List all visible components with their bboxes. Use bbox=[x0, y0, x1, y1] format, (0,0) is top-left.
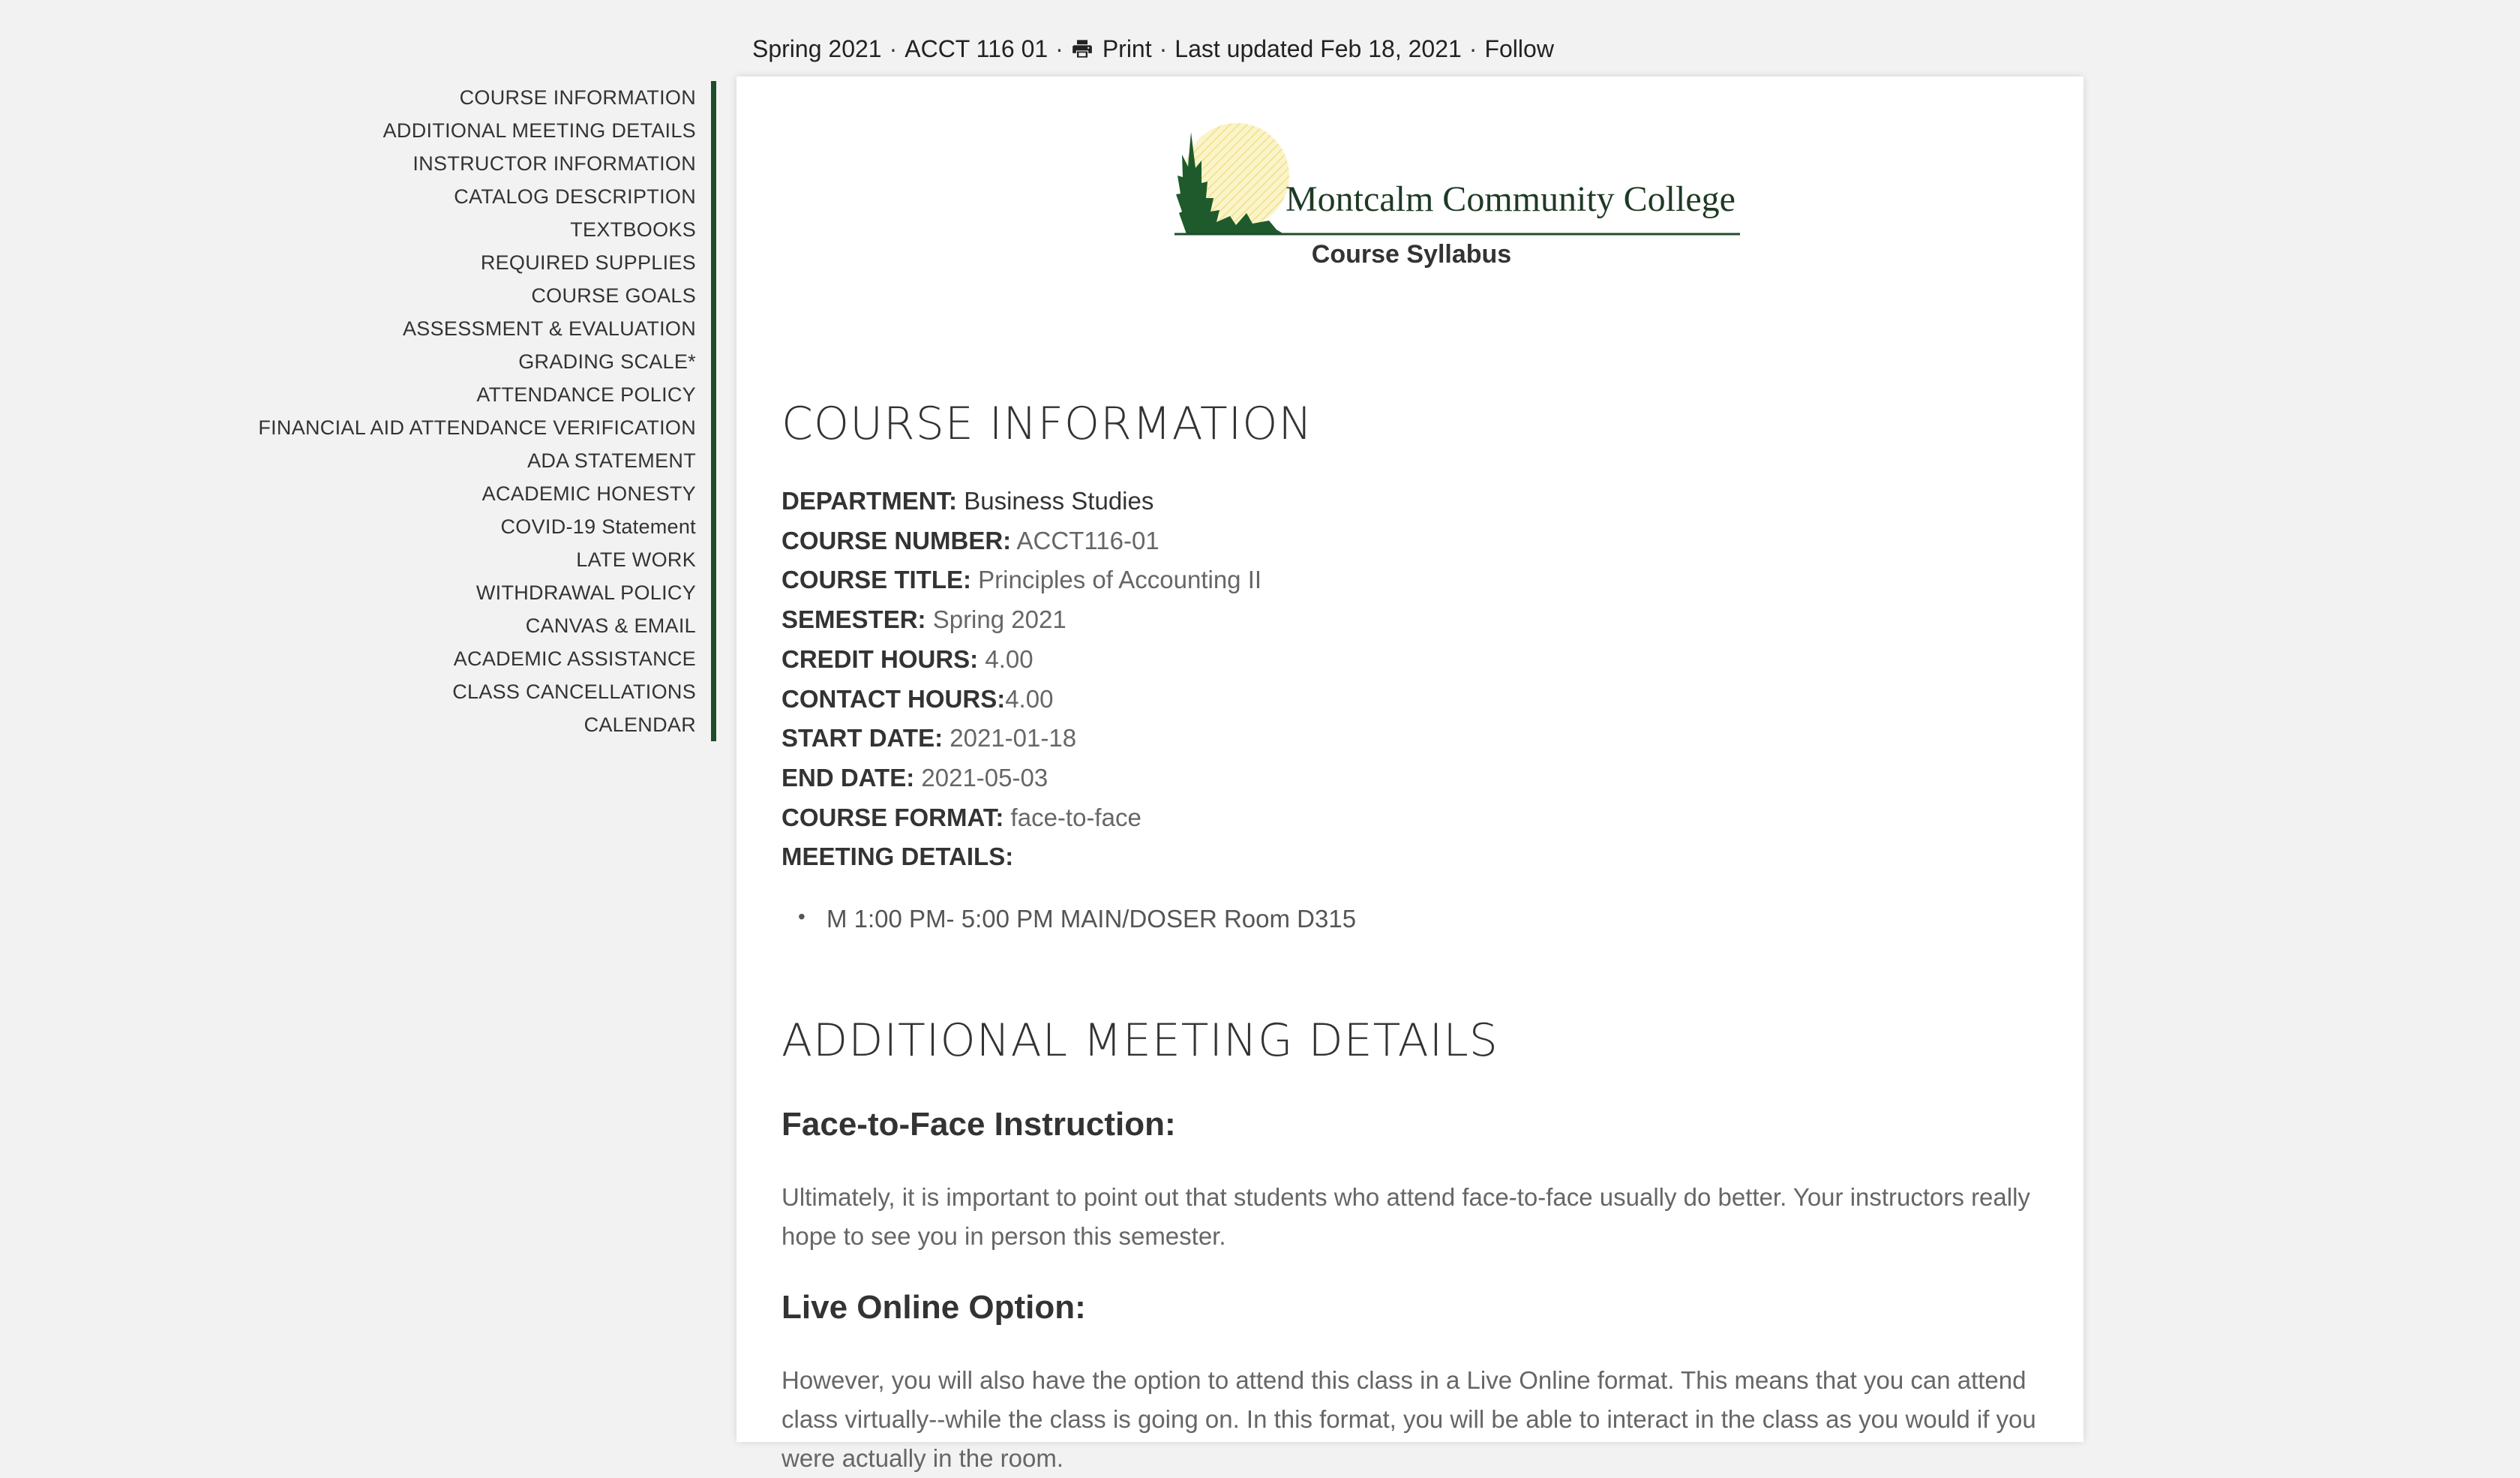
print-link[interactable]: Print bbox=[1071, 35, 1152, 63]
section-nav-list: COURSE INFORMATION ADDITIONAL MEETING DE… bbox=[225, 81, 696, 741]
nav-item-course-goals[interactable]: COURSE GOALS bbox=[225, 279, 696, 312]
printer-icon bbox=[1072, 40, 1092, 58]
contact-hours-label: CONTACT HOURS: bbox=[782, 684, 1006, 713]
subheading-live-online: Live Online Option: bbox=[782, 1289, 1086, 1326]
nav-item-additional-meeting-details[interactable]: ADDITIONAL MEETING DETAILS bbox=[225, 114, 696, 147]
credit-hours-label: CREDIT HOURS: bbox=[782, 644, 979, 673]
course-number-label: COURSE NUMBER: bbox=[782, 526, 1012, 554]
section-heading-course-information: COURSE INFORMATION bbox=[782, 398, 1313, 450]
department-value: Business Studies bbox=[964, 487, 1154, 515]
nav-item-financial-aid-attendance-verification[interactable]: FINANCIAL AID ATTENDANCE VERIFICATION bbox=[225, 411, 696, 444]
start-date-label: START DATE: bbox=[782, 724, 944, 753]
follow-link[interactable]: Follow bbox=[1484, 35, 1553, 63]
nav-item-withdrawal-policy[interactable]: WITHDRAWAL POLICY bbox=[225, 576, 696, 609]
nav-item-covid-19-statement[interactable]: COVID-19 Statement bbox=[225, 510, 696, 543]
semester-row: SEMESTER: Spring 2021 bbox=[782, 600, 1262, 640]
course-title-value: Principles of Accounting II bbox=[978, 566, 1262, 594]
nav-item-attendance-policy[interactable]: ATTENDANCE POLICY bbox=[225, 378, 696, 411]
live-online-paragraph: However, you will also have the option t… bbox=[782, 1366, 2036, 1472]
section-heading-additional-meeting-details: ADDITIONAL MEETING DETAILS bbox=[782, 1014, 1498, 1067]
course-info-list: DEPARTMENT: Business Studies COURSE NUMB… bbox=[782, 482, 1262, 877]
nav-item-assessment-evaluation[interactable]: ASSESSMENT & EVALUATION bbox=[225, 312, 696, 345]
course-number-value: ACCT116-01 bbox=[1016, 526, 1160, 554]
nav-item-academic-assistance[interactable]: ACADEMIC ASSISTANCE bbox=[225, 642, 696, 675]
separator: · bbox=[1055, 35, 1064, 62]
start-date-value: 2021-01-18 bbox=[950, 724, 1077, 753]
nav-item-instructor-information[interactable]: INSTRUCTOR INFORMATION bbox=[225, 147, 696, 180]
meeting-details-label: MEETING DETAILS: bbox=[782, 843, 1014, 871]
top-bar: Spring 2021 · ACCT 116 01 · Print · Last… bbox=[752, 30, 1554, 68]
page-subtitle: Course Syllabus bbox=[1311, 240, 1512, 269]
end-date-row: END DATE: 2021-05-03 bbox=[782, 759, 1262, 798]
nav-item-ada-statement[interactable]: ADA STATEMENT bbox=[225, 444, 696, 477]
college-name: Montcalm Community College bbox=[1286, 179, 1736, 219]
syllabus-card: Montcalm Community College Course Syllab… bbox=[736, 77, 2084, 1472]
nav-item-course-information[interactable]: COURSE INFORMATION bbox=[225, 81, 696, 114]
course-title-row: COURSE TITLE: Principles of Accounting I… bbox=[782, 560, 1262, 600]
nav-item-required-supplies[interactable]: REQUIRED SUPPLIES bbox=[225, 246, 696, 279]
semester-text: Spring 2021 bbox=[752, 35, 882, 62]
subheading-face-to-face: Face-to-Face Instruction: bbox=[782, 1106, 1176, 1143]
course-code-text: ACCT 116 01 bbox=[904, 35, 1048, 62]
nav-item-late-work[interactable]: LATE WORK bbox=[225, 543, 696, 576]
contact-hours-value: 4.00 bbox=[1005, 684, 1054, 713]
college-logo: Montcalm Community College bbox=[1172, 123, 1749, 236]
contact-hours-row: CONTACT HOURS:4.00 bbox=[782, 680, 1262, 719]
semester-label: SEMESTER: bbox=[782, 605, 926, 634]
separator: · bbox=[1159, 35, 1168, 62]
nav-item-calendar[interactable]: CALENDAR bbox=[225, 708, 696, 741]
end-date-label: END DATE: bbox=[782, 763, 915, 792]
start-date-row: START DATE: 2021-01-18 bbox=[782, 719, 1262, 759]
meeting-details-item: M 1:00 PM- 5:00 PM MAIN/DOSER Room D315 bbox=[798, 905, 1356, 933]
semester-value: Spring 2021 bbox=[932, 605, 1066, 634]
separator: · bbox=[889, 35, 898, 62]
nav-item-catalog-description[interactable]: CATALOG DESCRIPTION bbox=[225, 180, 696, 213]
department-label: DEPARTMENT: bbox=[782, 487, 958, 515]
nav-item-canvas-email[interactable]: CANVAS & EMAIL bbox=[225, 609, 696, 642]
last-updated-text: Last updated Feb 18, 2021 bbox=[1174, 35, 1462, 62]
print-label: Print bbox=[1102, 35, 1152, 62]
course-number-row: COURSE NUMBER: ACCT116-01 bbox=[782, 521, 1262, 561]
course-format-label: COURSE FORMAT: bbox=[782, 803, 1004, 831]
nav-item-grading-scale[interactable]: GRADING SCALE* bbox=[225, 345, 696, 378]
section-nav: COURSE INFORMATION ADDITIONAL MEETING DE… bbox=[225, 81, 716, 741]
course-format-row: COURSE FORMAT: face-to-face bbox=[782, 798, 1262, 838]
nav-item-class-cancellations[interactable]: CLASS CANCELLATIONS bbox=[225, 675, 696, 708]
credit-hours-value: 4.00 bbox=[985, 644, 1034, 673]
face-to-face-paragraph: Ultimately, it is important to point out… bbox=[782, 1183, 2030, 1250]
credit-hours-row: CREDIT HOURS: 4.00 bbox=[782, 640, 1262, 680]
separator: · bbox=[1468, 35, 1478, 62]
end-date-value: 2021-05-03 bbox=[921, 763, 1048, 792]
course-format-value: face-to-face bbox=[1010, 803, 1142, 831]
department-row: DEPARTMENT: Business Studies bbox=[782, 482, 1262, 521]
course-title-label: COURSE TITLE: bbox=[782, 566, 971, 594]
meeting-details-row: MEETING DETAILS: bbox=[782, 837, 1262, 877]
nav-item-textbooks[interactable]: TEXTBOOKS bbox=[225, 213, 696, 246]
nav-item-academic-honesty[interactable]: ACADEMIC HONESTY bbox=[225, 477, 696, 510]
